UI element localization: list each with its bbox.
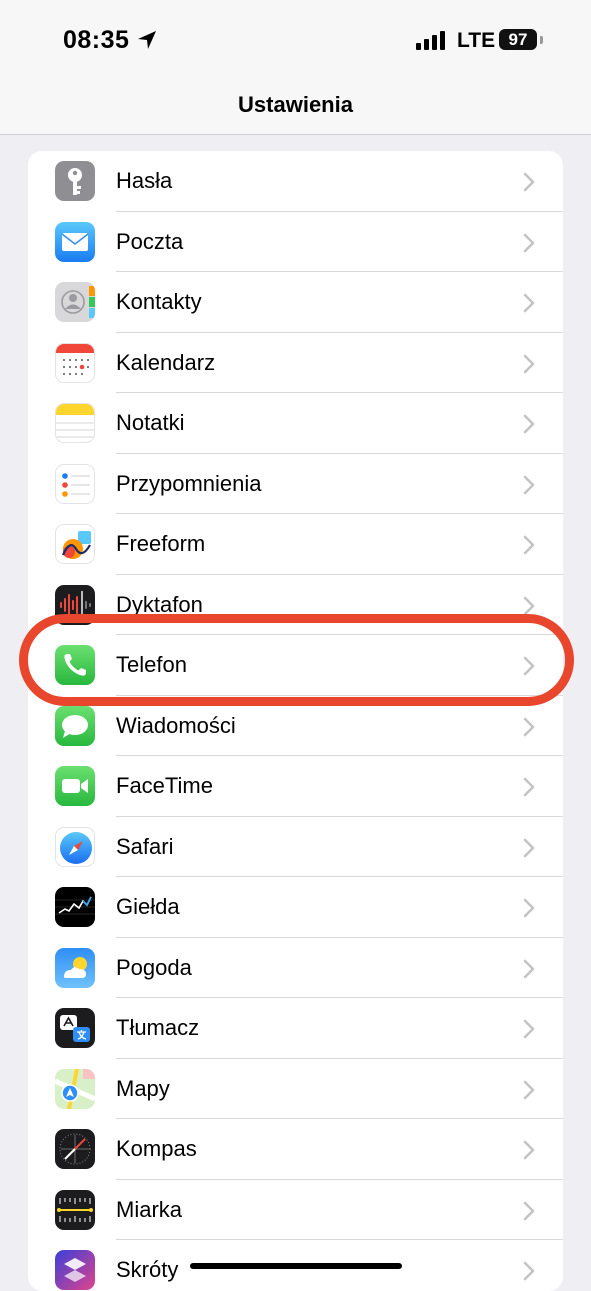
settings-row-przypomnienia[interactable]: Przypomnienia (28, 454, 563, 514)
settings-row-kontakty[interactable]: Kontakty (28, 272, 563, 333)
row-label: Pogoda (116, 954, 192, 980)
contacts-icon (55, 282, 95, 322)
translate-icon (55, 1008, 95, 1048)
reminders-icon (55, 463, 95, 504)
chevron-right-icon (523, 1019, 535, 1039)
home-indicator[interactable] (190, 1263, 402, 1269)
settings-row-hasla[interactable]: Hasła (28, 151, 563, 212)
chevron-right-icon (523, 172, 535, 192)
settings-row-miarka[interactable]: Miarka (28, 1180, 563, 1240)
row-label: Freeform (116, 531, 206, 556)
settings-row-gielda[interactable]: Giełda (28, 877, 563, 938)
chevron-right-icon (523, 838, 535, 857)
phone-icon (55, 645, 95, 685)
weather-icon (55, 947, 95, 988)
status-bar: 08:35 LTE 97 (0, 0, 591, 80)
row-label: Wiadomości (116, 712, 236, 738)
key-icon (55, 161, 95, 201)
chevron-right-icon (523, 656, 535, 676)
row-label: Miarka (116, 1196, 183, 1222)
chevron-right-icon (523, 959, 535, 978)
settings-row-poczta[interactable]: Poczta (28, 212, 563, 272)
settings-row-tlumacz[interactable]: Tłumacz (28, 998, 563, 1059)
settings-list: Hasła Poczta Kontakty Kalendarz Notatki … (28, 151, 563, 1291)
signal-bars-icon (416, 31, 445, 50)
row-label: Telefon (116, 652, 187, 677)
chevron-right-icon (523, 414, 535, 434)
page-title: Ustawienia (238, 92, 353, 117)
settings-row-pogoda[interactable]: Pogoda (28, 938, 563, 998)
row-label: Poczta (116, 228, 184, 254)
battery-icon: 97 (499, 29, 537, 50)
stocks-icon (55, 887, 95, 927)
settings-row-mapy[interactable]: Mapy (28, 1059, 563, 1119)
chevron-right-icon (523, 535, 535, 555)
chevron-right-icon (523, 1080, 535, 1099)
chevron-right-icon (523, 475, 535, 494)
compass-icon (55, 1129, 95, 1169)
settings-row-safari[interactable]: Safari (28, 817, 563, 877)
network-type: LTE (457, 29, 496, 52)
row-label: Hasła (116, 168, 173, 193)
row-label: Kalendarz (116, 349, 216, 375)
row-label: Mapy (116, 1075, 170, 1101)
row-label: Kontakty (116, 289, 202, 314)
messages-icon (55, 705, 95, 746)
row-label: Giełda (116, 894, 180, 919)
maps-icon (55, 1068, 95, 1109)
chevron-right-icon (523, 596, 535, 615)
row-label: Przypomnienia (116, 470, 262, 496)
voice-memos-icon (55, 584, 95, 625)
chevron-right-icon (523, 1140, 535, 1160)
chevron-right-icon (523, 293, 535, 313)
row-label: Notatki (116, 410, 185, 435)
navigation-bar: Ustawienia (0, 80, 591, 135)
notes-icon (55, 403, 95, 443)
mail-icon (55, 221, 95, 262)
settings-row-wiadomosci[interactable]: Wiadomości (28, 696, 563, 756)
settings-row-facetime[interactable]: FaceTime (28, 756, 563, 817)
calendar-icon (55, 342, 95, 383)
chevron-right-icon (523, 354, 535, 373)
safari-compass-icon (55, 826, 95, 867)
battery-tip (540, 36, 543, 44)
facetime-icon (55, 766, 95, 806)
freeform-icon (55, 524, 95, 564)
settings-row-freeform[interactable]: Freeform (28, 514, 563, 575)
chevron-right-icon (523, 777, 535, 797)
row-label: Skróty (116, 1257, 179, 1282)
chevron-right-icon (523, 898, 535, 918)
location-arrow-icon (138, 31, 156, 49)
row-label: Dyktafon (116, 591, 203, 617)
row-label: Kompas (116, 1136, 197, 1161)
row-label: Tłumacz (116, 1015, 200, 1040)
settings-row-kalendarz[interactable]: Kalendarz (28, 333, 563, 393)
measure-ruler-icon (55, 1189, 95, 1230)
settings-row-dyktafon[interactable]: Dyktafon (28, 575, 563, 635)
row-label: FaceTime (116, 773, 213, 798)
shortcuts-icon (55, 1250, 95, 1290)
chevron-right-icon (523, 1201, 535, 1220)
row-label: Safari (116, 833, 174, 859)
chevron-right-icon (523, 1261, 535, 1281)
status-time: 08:35 (63, 26, 130, 54)
chevron-right-icon (523, 233, 535, 252)
settings-row-notatki[interactable]: Notatki (28, 393, 563, 454)
settings-row-kompas[interactable]: Kompas (28, 1119, 563, 1180)
chevron-right-icon (523, 717, 535, 736)
settings-row-telefon[interactable]: Telefon (28, 635, 563, 696)
